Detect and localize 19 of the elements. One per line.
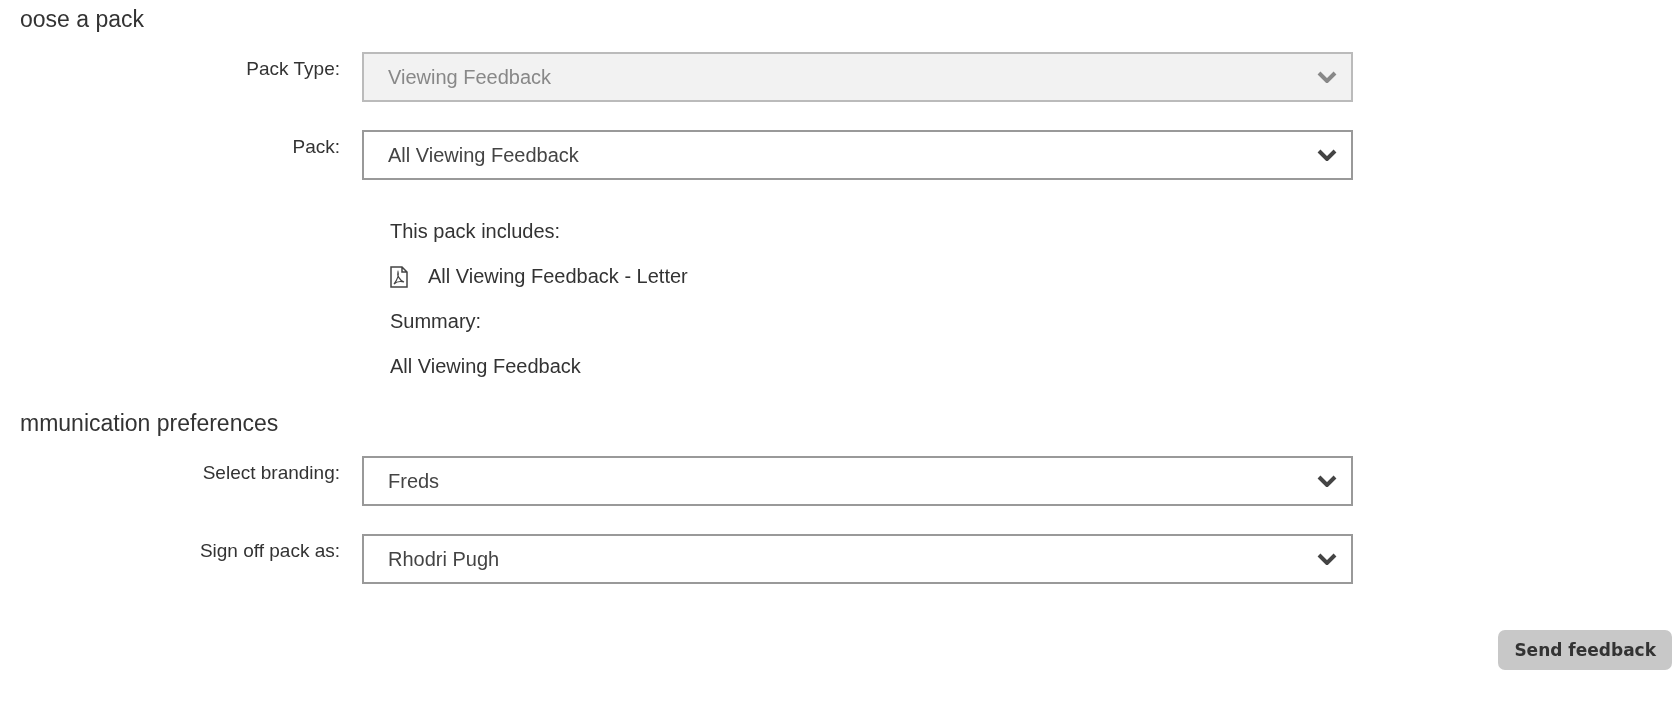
field-label: Pack Type: [246, 58, 340, 80]
includes-title: This pack includes: [390, 220, 561, 243]
summary-text: All Viewing Feedback [390, 355, 581, 378]
chevron-down-icon [1317, 71, 1337, 83]
field-label: Sign off pack as: [199, 540, 340, 562]
summary-label: Summary: [390, 310, 482, 333]
field-label: Select branding: [202, 462, 340, 484]
chevron-down-icon [1317, 149, 1337, 161]
dropdown-field[interactable]: All Viewing Feedback [362, 130, 1353, 180]
file-name: All Viewing Feedback - Letter [428, 265, 688, 288]
pdf-file-icon [390, 265, 408, 288]
field-label: Pack: [292, 136, 340, 158]
section-heading: mmunication preferences [20, 409, 279, 438]
section-heading: oose a pack [20, 5, 145, 34]
dropdown-field[interactable]: Rhodri Pugh [362, 534, 1353, 584]
send-feedback-button[interactable]: Send feedback [1498, 630, 1672, 670]
dropdown-field[interactable]: Freds [362, 456, 1353, 506]
chevron-down-icon [1317, 553, 1337, 565]
chevron-down-icon [1317, 475, 1337, 487]
